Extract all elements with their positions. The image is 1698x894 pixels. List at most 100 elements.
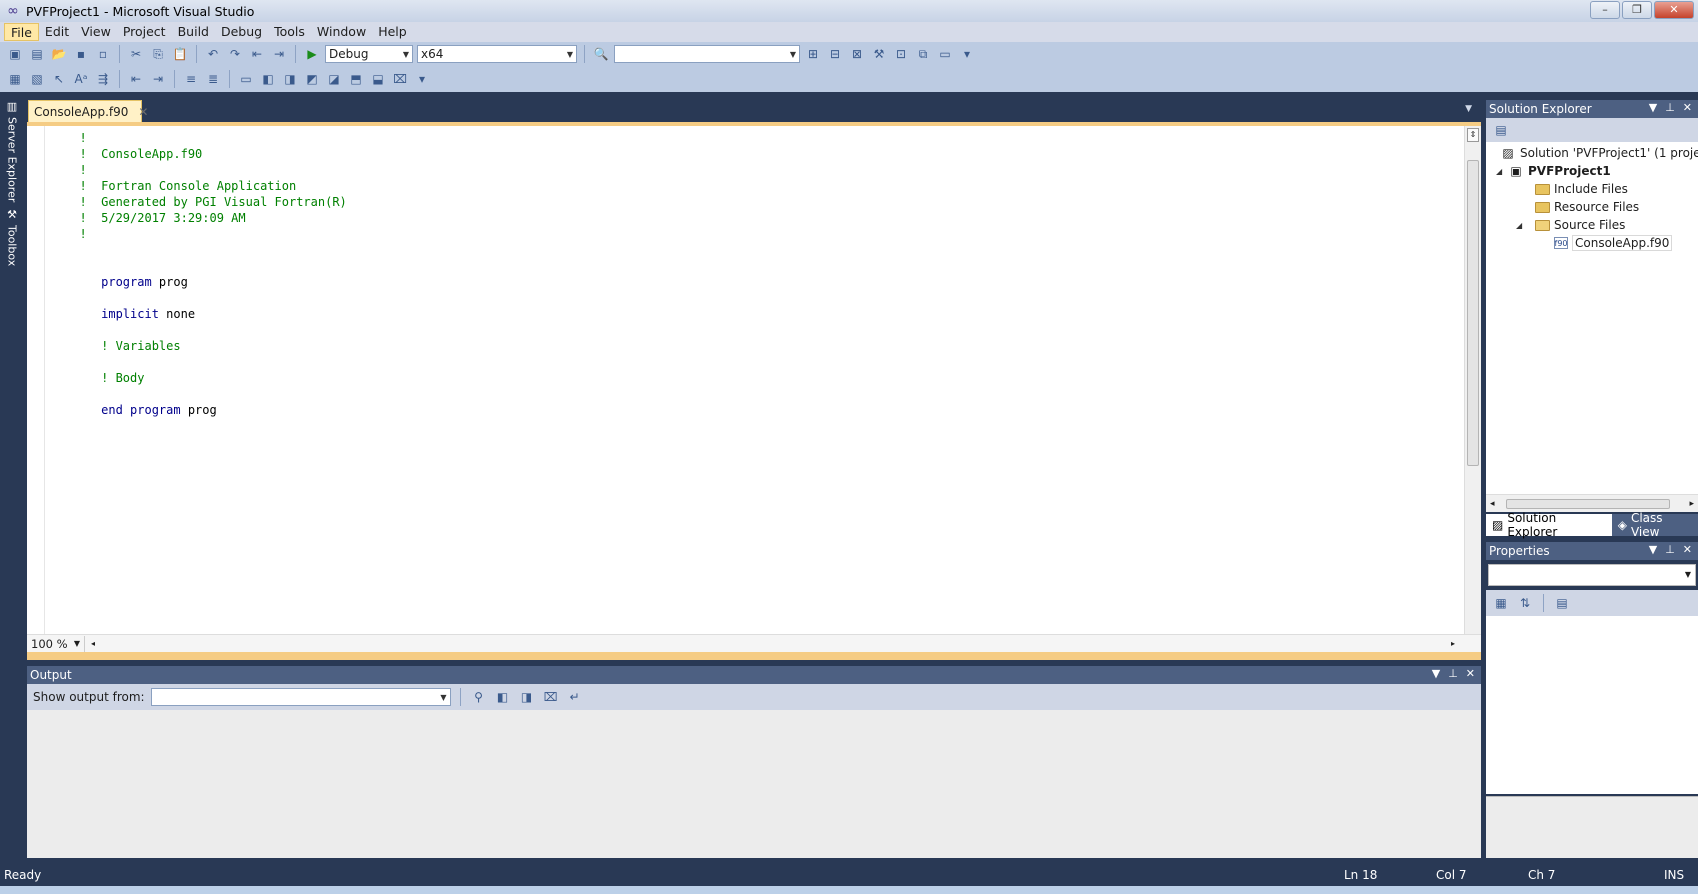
add-item-icon[interactable]: ▤	[28, 45, 46, 63]
tab-solution-explorer[interactable]: ▨ Solution Explorer	[1486, 511, 1612, 539]
pin-icon[interactable]: ⊥	[1665, 543, 1675, 556]
code-line[interactable]	[65, 386, 347, 402]
save-icon[interactable]: ▪	[72, 45, 90, 63]
find-message-in-code-icon[interactable]: ⚲	[470, 688, 488, 706]
decrease-indent-icon[interactable]: ⇤	[127, 70, 145, 88]
next-bookmark-icon[interactable]: ◨	[281, 70, 299, 88]
menu-view[interactable]: View	[75, 23, 117, 41]
copy-icon[interactable]: ⎘	[149, 45, 167, 63]
close-window-button[interactable]: ✕	[1654, 1, 1694, 19]
next-message-icon[interactable]: ◨	[518, 688, 536, 706]
pin-icon[interactable]: ⊥	[1448, 667, 1458, 680]
close-icon[interactable]: ✕	[138, 105, 148, 119]
properties-icon[interactable]: ▤	[1492, 121, 1510, 139]
close-icon[interactable]: ✕	[1466, 667, 1475, 680]
quick-info-icon[interactable]: ↖	[50, 70, 68, 88]
code-line[interactable]: !	[65, 226, 347, 242]
menu-project[interactable]: Project	[117, 23, 172, 41]
code-line[interactable]: ! Generated by PGI Visual Fortran(R)	[65, 194, 346, 210]
collapse-icon[interactable]: ◢	[1496, 167, 1508, 176]
properties-window-icon[interactable]: ⊟	[826, 45, 844, 63]
window-position-icon[interactable]: ▼	[1649, 101, 1657, 114]
tab-consoleapp-f90[interactable]: ConsoleApp.f90 ✕	[28, 100, 148, 122]
command-window-icon[interactable]: ▭	[936, 45, 954, 63]
scroll-left-icon[interactable]: ◂	[91, 639, 95, 648]
close-icon[interactable]: ✕	[1683, 543, 1692, 556]
object-selector-dropdown[interactable]: ▼	[1488, 564, 1696, 586]
indent-icon[interactable]: ⇶	[94, 70, 112, 88]
find-in-files-icon[interactable]: 🔍	[592, 45, 610, 63]
toolbar-options-icon[interactable]: ▾	[958, 45, 976, 63]
redo-icon[interactable]: ↷	[226, 45, 244, 63]
paste-icon[interactable]: 📋	[171, 45, 189, 63]
pin-icon[interactable]: ⊥	[1665, 101, 1675, 114]
window-position-icon[interactable]: ▼	[1649, 543, 1657, 556]
configuration-dropdown[interactable]: Debug ▼	[325, 45, 413, 63]
active-files-dropdown-icon[interactable]: ▼	[1465, 104, 1472, 114]
scroll-thumb[interactable]	[1506, 499, 1670, 509]
previous-bookmark-in-document-icon[interactable]: ⬒	[347, 70, 365, 88]
menu-edit[interactable]: Edit	[39, 23, 75, 41]
window-position-icon[interactable]: ▼	[1432, 667, 1440, 680]
toggle-word-wrap-icon[interactable]: ↵	[566, 688, 584, 706]
menu-build[interactable]: Build	[172, 23, 215, 41]
scroll-right-icon[interactable]: ▸	[1451, 639, 1455, 648]
clear-bookmarks-icon[interactable]: ⌧	[391, 70, 409, 88]
tree-item-consoleapp-f90[interactable]: f90 ConsoleApp.f90	[1554, 234, 1673, 252]
code-line[interactable]	[65, 290, 347, 306]
categorized-icon[interactable]: ▦	[1492, 594, 1510, 612]
server-explorer-tab[interactable]: ▥ Server Explorer	[2, 100, 22, 202]
display-object-member-list-icon[interactable]: ▦	[6, 70, 24, 88]
output-content[interactable]	[27, 710, 1481, 858]
find-dropdown[interactable]: ▼	[614, 45, 800, 63]
code-line[interactable]	[65, 242, 347, 258]
toolbox-tab[interactable]: ⚒ Toolbox	[2, 208, 22, 266]
menu-tools[interactable]: Tools	[268, 23, 311, 41]
scroll-right-icon[interactable]: ▸	[1689, 499, 1694, 509]
next-bookmark-in-document-icon[interactable]: ⬓	[369, 70, 387, 88]
toggle-bookmark-icon[interactable]: ▭	[237, 70, 255, 88]
code-line[interactable]: ! 5/29/2017 3:29:09 AM	[65, 210, 347, 226]
vertical-scrollbar[interactable]: ⇕	[1464, 126, 1481, 634]
start-debugging-icon[interactable]: ▶	[303, 45, 321, 63]
tree-item-resource-files[interactable]: Resource Files	[1534, 198, 1639, 216]
split-handle-icon[interactable]: ⇕	[1467, 128, 1479, 142]
collapse-icon[interactable]: ◢	[1516, 221, 1528, 230]
new-project-icon[interactable]: ▣	[6, 45, 24, 63]
cut-icon[interactable]: ✂	[127, 45, 145, 63]
uncomment-icon[interactable]: ≣	[204, 70, 222, 88]
solution-explorer-icon[interactable]: ⊞	[804, 45, 822, 63]
property-pages-icon[interactable]: ▤	[1553, 594, 1571, 612]
menu-debug[interactable]: Debug	[215, 23, 268, 41]
save-all-icon[interactable]: ▫	[94, 45, 112, 63]
tree-item-source-files[interactable]: ◢ Source Files	[1516, 216, 1625, 234]
zoom-dropdown[interactable]: 100 % ▼	[27, 635, 85, 652]
menu-file[interactable]: File	[4, 23, 39, 41]
navigate-backward-icon[interactable]: ⇤	[248, 45, 266, 63]
menu-help[interactable]: Help	[372, 23, 413, 41]
code-line[interactable]: program prog	[65, 274, 347, 290]
tree-item-project[interactable]: ◢ ▣ PVFProject1	[1496, 162, 1611, 180]
minimize-button[interactable]: –	[1590, 1, 1620, 19]
clear-all-icon[interactable]: ⌧	[542, 688, 560, 706]
previous-bookmark-in-folder-icon[interactable]: ◩	[303, 70, 321, 88]
code-line[interactable]	[65, 322, 347, 338]
code-line[interactable]: ! Fortran Console Application	[65, 178, 347, 194]
toolbar-options-icon[interactable]: ▾	[413, 70, 431, 88]
object-browser-icon[interactable]: ⊠	[848, 45, 866, 63]
navigate-forward-icon[interactable]: ⇥	[270, 45, 288, 63]
complete-word-icon[interactable]: Aᵃ	[72, 70, 90, 88]
toolbox-icon[interactable]: ⚒	[870, 45, 888, 63]
tree-item-include-files[interactable]: Include Files	[1534, 180, 1628, 198]
code-line[interactable]: !	[65, 162, 347, 178]
menu-window[interactable]: Window	[311, 23, 372, 41]
open-file-icon[interactable]: 📂	[50, 45, 68, 63]
output-source-dropdown[interactable]: ▼	[150, 688, 451, 706]
increase-indent-icon[interactable]: ⇥	[149, 70, 167, 88]
code-line[interactable]: end program prog	[65, 402, 347, 418]
code-line[interactable]	[65, 258, 347, 274]
next-bookmark-in-folder-icon[interactable]: ◪	[325, 70, 343, 88]
close-icon[interactable]: ✕	[1683, 101, 1692, 114]
parameter-info-icon[interactable]: ▧	[28, 70, 46, 88]
previous-bookmark-icon[interactable]: ◧	[259, 70, 277, 88]
